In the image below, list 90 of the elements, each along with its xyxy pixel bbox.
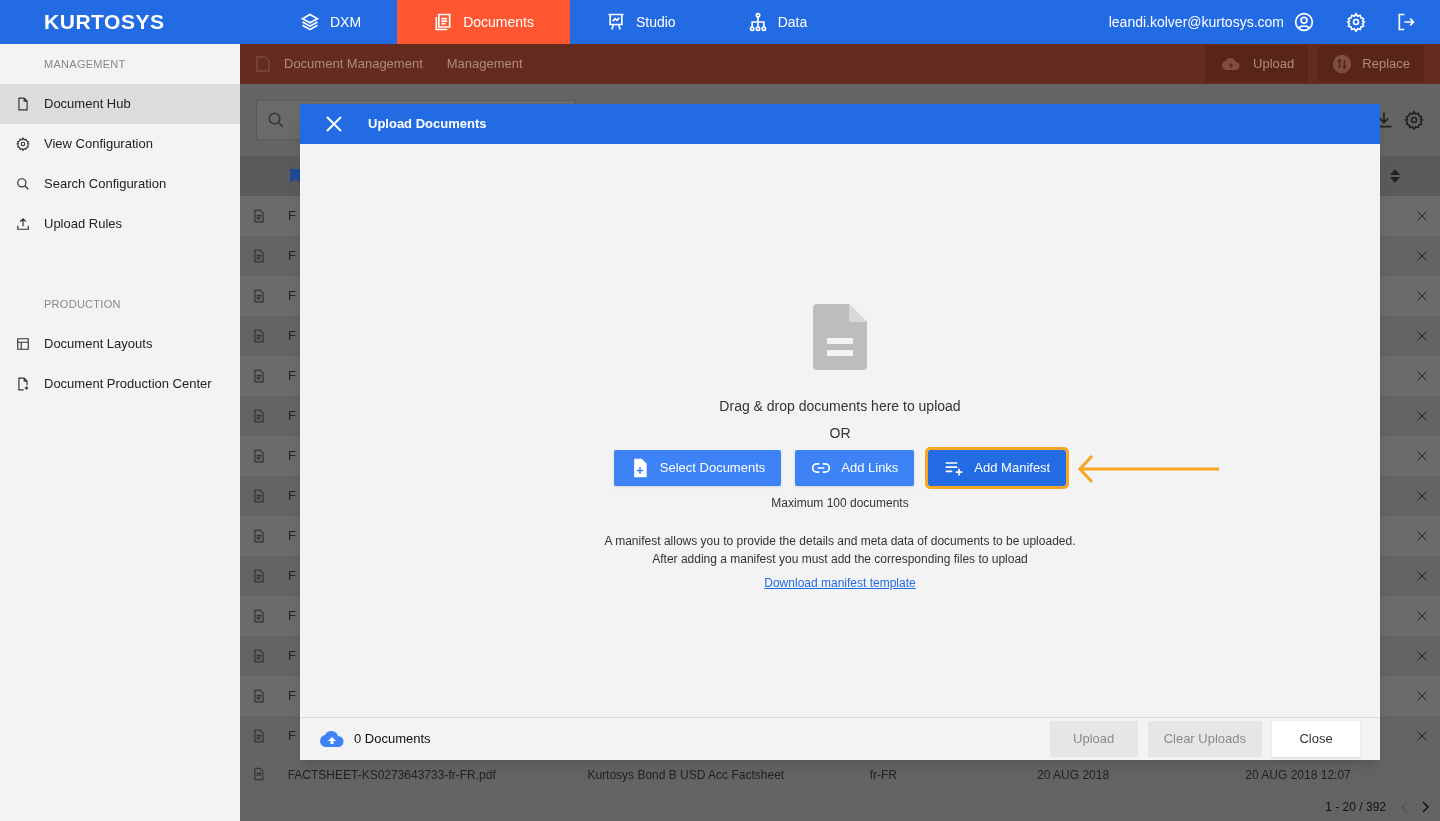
close-icon[interactable] [1416, 490, 1428, 502]
search-icon [267, 111, 285, 129]
file-icon [252, 408, 266, 424]
close-icon[interactable] [1416, 690, 1428, 702]
file-icon [256, 56, 270, 72]
table-cell-text: F [288, 687, 296, 706]
breadcrumb-link[interactable]: Management [446, 54, 523, 74]
file-icon [252, 688, 266, 704]
close-icon[interactable] [1416, 210, 1428, 222]
file-icon [16, 97, 30, 111]
upload-option-button[interactable]: Add Links [795, 450, 915, 486]
file-icon [252, 248, 266, 264]
description-text: A manifest allows you to provide the details and meta data of documents to be uploaded. [604, 533, 1076, 550]
settings-icon[interactable] [1404, 110, 1424, 130]
close-icon[interactable] [1416, 290, 1428, 302]
next-page-icon[interactable] [1422, 800, 1430, 813]
table-cell-text: F [288, 327, 296, 346]
file-icon [252, 728, 266, 744]
file-icon [252, 528, 266, 544]
drop-prompt: Drag & drop documents here to upload [719, 397, 961, 416]
close-icon[interactable] [1416, 570, 1428, 582]
table-cell-text: F [288, 247, 296, 266]
download-template-link[interactable]: Download manifest template [764, 574, 916, 592]
layers-icon [300, 12, 320, 32]
table-cell: 20 AUG 2018 [1037, 768, 1110, 782]
cloud-upload-icon [320, 731, 344, 747]
table-cell-text: F [288, 407, 296, 426]
file-icon [252, 648, 266, 664]
table-cell-text: F [288, 567, 296, 586]
search-icon [16, 177, 30, 191]
logout-icon[interactable] [1396, 12, 1416, 32]
sidebar-item[interactable]: Document Hub [0, 84, 240, 124]
file-icon [252, 288, 266, 304]
upload-option-button[interactable]: Add Manifest [928, 450, 1067, 486]
table-cell: fr-FR [869, 768, 897, 782]
logo[interactable]: KURTOSYS [44, 10, 165, 34]
nav-tab[interactable]: Documents [397, 0, 570, 44]
close-icon[interactable] [1416, 450, 1428, 462]
document-icon [813, 304, 867, 370]
close-icon[interactable] [1416, 250, 1428, 262]
file-icon [252, 608, 266, 624]
section-heading: PRODUCTION [43, 296, 122, 312]
close-icon[interactable] [1416, 650, 1428, 662]
table-cell: FACTSHEET-KS0273643733-fr-FR.pdf [287, 768, 496, 782]
table-cell-text: F [288, 527, 296, 546]
file-icon [252, 328, 266, 344]
sort-icon[interactable] [1390, 169, 1400, 183]
table-cell-text: F [288, 727, 296, 746]
pagination-label: 1 - 20 / 392 [1325, 798, 1386, 816]
footer-button[interactable]: Close [1272, 721, 1360, 757]
table-cell-text: F [288, 287, 296, 306]
limit-note: Maximum 100 documents [771, 495, 909, 512]
file-plus-icon [16, 377, 30, 391]
table-cell-text: F [288, 647, 296, 666]
hierarchy-icon [747, 12, 768, 32]
layout-icon [16, 337, 30, 351]
file-icon [252, 568, 266, 584]
breadcrumb-link[interactable]: Document Management [284, 54, 423, 74]
close-icon[interactable] [1416, 610, 1428, 622]
close-icon[interactable] [1416, 330, 1428, 342]
user-email: leandi.kolver@kurtosys.com [1108, 12, 1284, 32]
file-icon [252, 766, 266, 782]
toolbar-button[interactable]: Replace [1318, 46, 1424, 82]
toolbar-button[interactable]: Upload [1205, 46, 1309, 82]
close-icon[interactable] [1416, 410, 1428, 422]
documents-icon [433, 12, 454, 32]
table-cell-text: F [288, 447, 296, 466]
or-label: OR [829, 424, 851, 443]
upload-option-button[interactable]: Select Documents [613, 450, 782, 486]
description-text: After adding a manifest you must add the corresponding files to upload [652, 551, 1028, 568]
close-icon[interactable] [1416, 370, 1428, 382]
table-cell-text: F [288, 207, 296, 226]
file-icon [252, 488, 266, 504]
swap-icon [1332, 54, 1353, 74]
file-icon [252, 448, 266, 464]
close-icon[interactable] [1416, 730, 1428, 742]
section-heading: MANAGEMENT [43, 56, 127, 72]
settings-icon [16, 137, 30, 151]
close-icon[interactable] [1416, 530, 1428, 542]
table-cell-text: F [288, 487, 296, 506]
file-icon [252, 368, 266, 384]
table-cell-text: F [288, 367, 296, 386]
file-icon [252, 208, 266, 224]
user-icon[interactable] [1294, 12, 1314, 32]
upload-icon [16, 217, 30, 231]
table-cell: 20 AUG 2018 12:07 [1245, 768, 1351, 782]
dialog-title: Upload Documents [368, 115, 487, 134]
table-cell-text: F [288, 607, 296, 626]
table-cell: Kurtosys Bond B USD Acc Factsheet [587, 768, 785, 782]
document-count: 0 Documents [354, 730, 431, 749]
